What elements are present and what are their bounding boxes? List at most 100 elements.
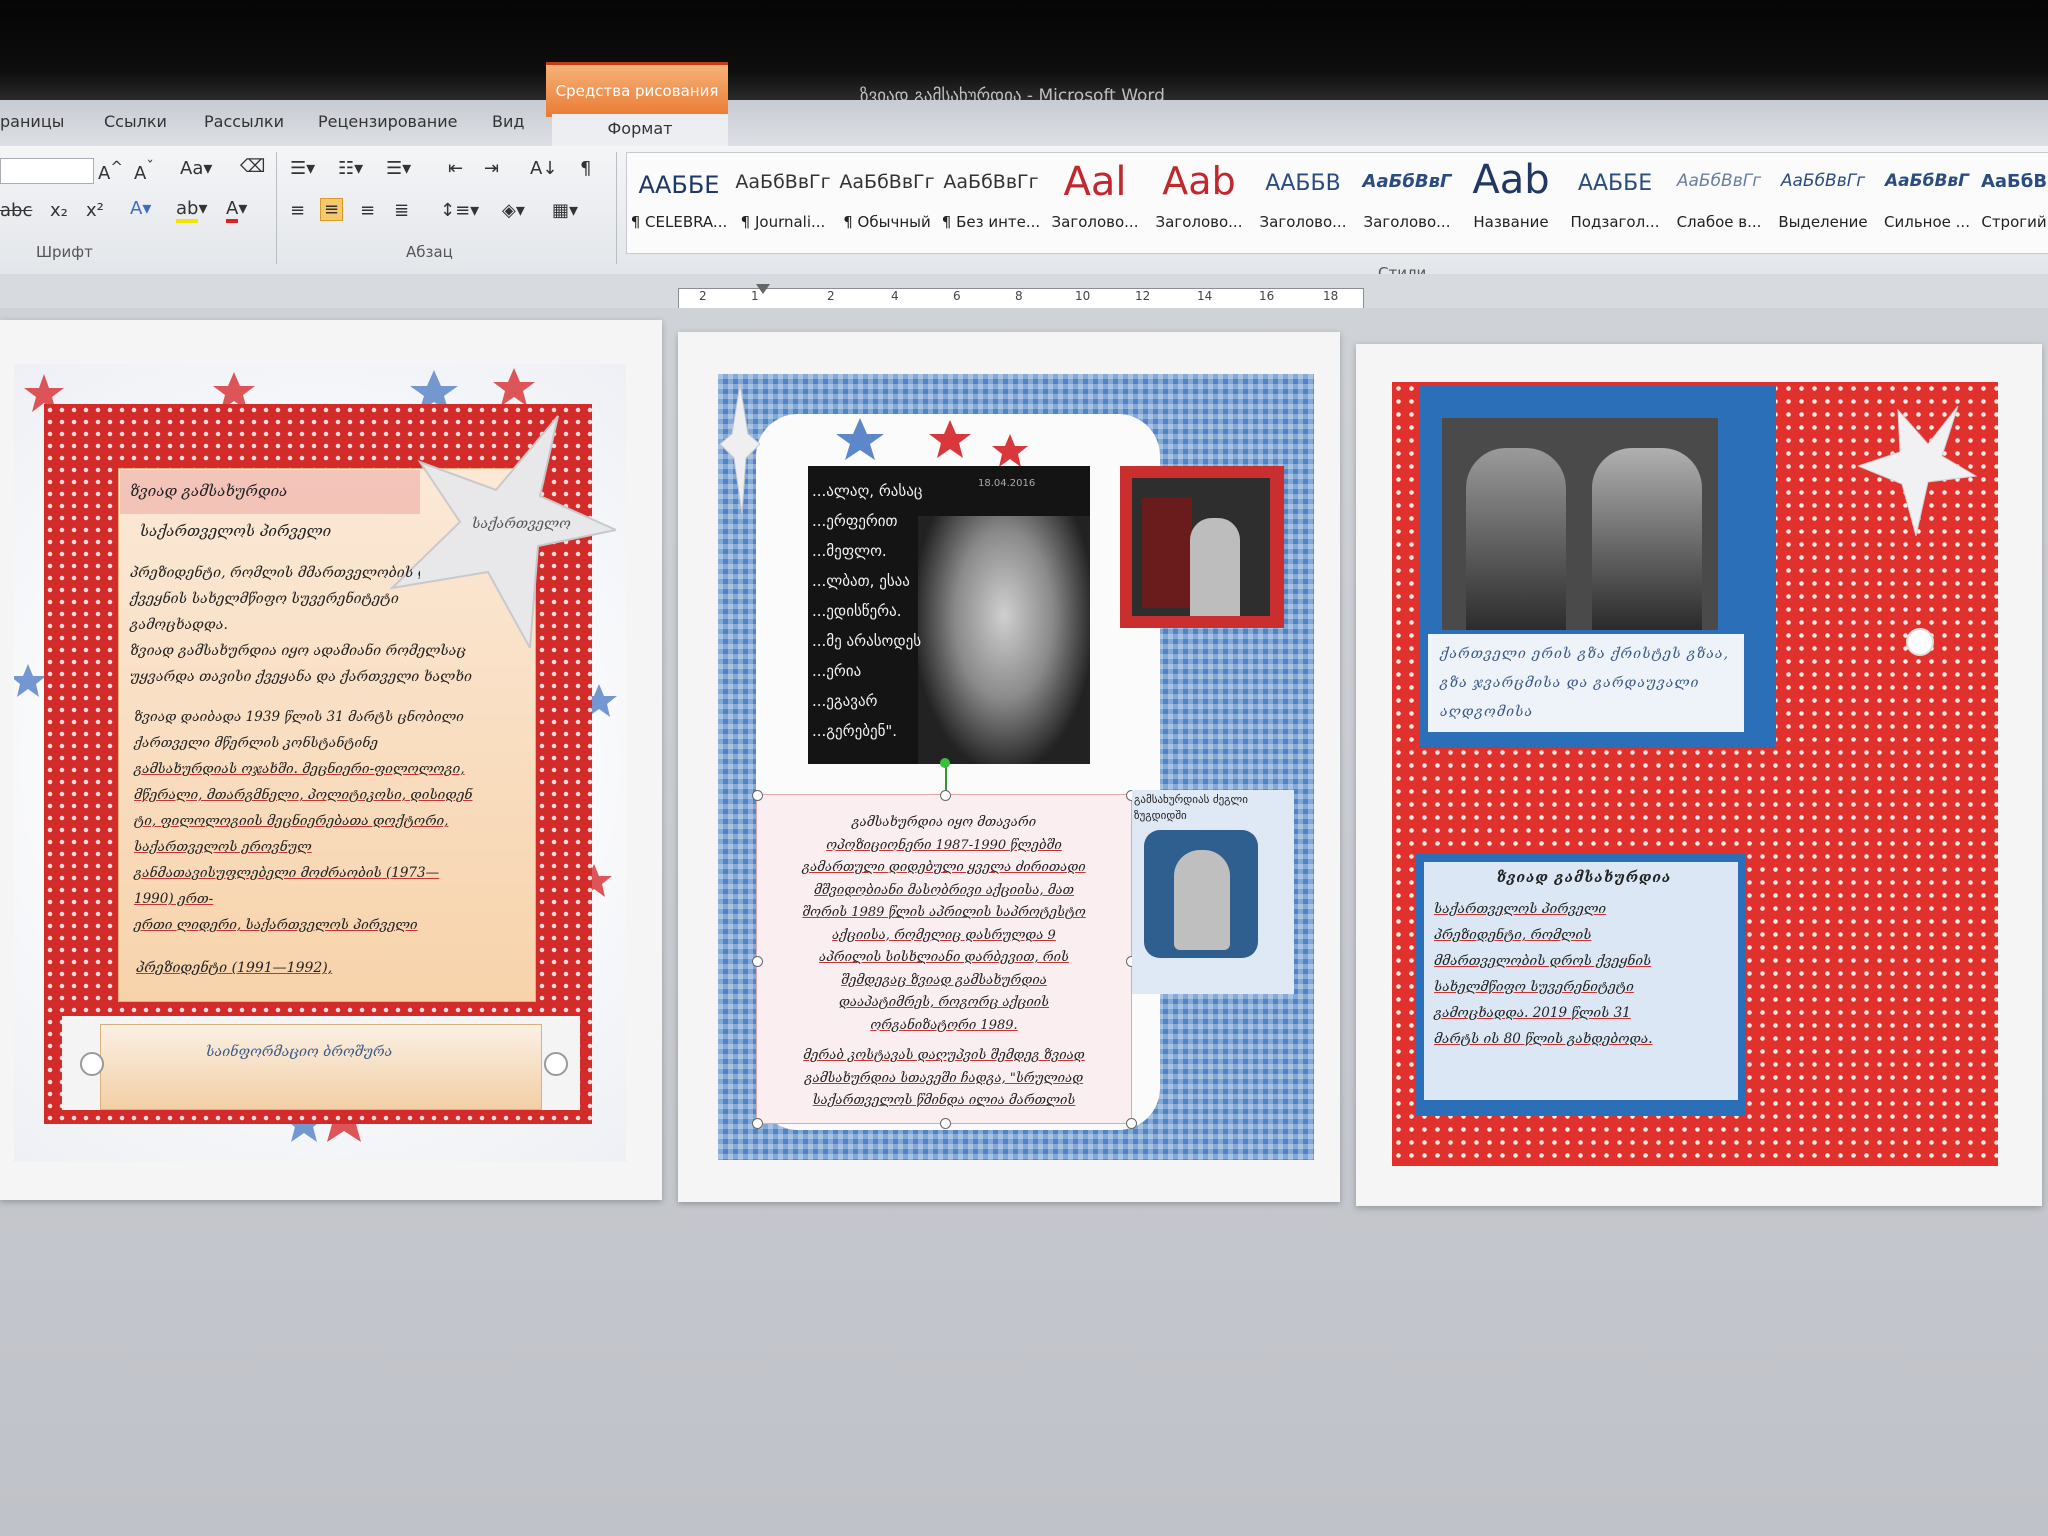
style-subtle-emphasis[interactable]: АаБбВвГг Слабое в...: [1667, 153, 1771, 253]
resize-handle[interactable]: [752, 956, 763, 967]
increase-indent-icon[interactable]: ⇥: [484, 158, 499, 179]
tab-format[interactable]: Формат: [552, 114, 728, 146]
multilevel-list-icon[interactable]: ☰▾: [386, 158, 411, 179]
grommet-icon: [80, 1052, 104, 1076]
resize-handle[interactable]: [940, 1118, 951, 1129]
style-name: Подзагол...: [1570, 213, 1660, 231]
text-line: ქვეყნის სახელმწიფო სუვერენიტეტი: [130, 591, 399, 607]
two-men-photo[interactable]: [1442, 418, 1718, 630]
star-shape-icon: [1858, 406, 1978, 536]
style-emphasis[interactable]: АаБбВвГг Выделение: [1771, 153, 1875, 253]
style-heading-3[interactable]: ААББВ Заголово...: [1251, 153, 1355, 253]
decrease-indent-icon[interactable]: ⇤: [448, 158, 463, 179]
resize-handle[interactable]: [752, 1118, 763, 1129]
ruler-number: 16: [1259, 289, 1275, 303]
tab-review[interactable]: Рецензирование: [318, 112, 457, 131]
style-no-spacing[interactable]: АаБбВвГг ¶ Без инте...: [939, 153, 1043, 253]
monument-photo[interactable]: [1144, 830, 1258, 958]
quote-line: ...მე არასოდეს: [812, 632, 922, 650]
tab-references[interactable]: Ссылки: [104, 112, 167, 131]
style-heading-2[interactable]: Aab Заголово...: [1147, 153, 1251, 253]
change-case-icon[interactable]: Aa▾: [180, 158, 212, 179]
style-heading-1[interactable]: Aal Заголово...: [1043, 153, 1147, 253]
text-effects-icon[interactable]: A▾: [130, 198, 151, 219]
rotation-handle[interactable]: [940, 758, 950, 768]
style-title[interactable]: Aab Название: [1459, 153, 1563, 253]
resize-handle[interactable]: [940, 790, 951, 801]
style-sample: ААББЕ: [1577, 171, 1653, 196]
numbering-icon[interactable]: ☷▾: [338, 158, 363, 179]
style-sample: АаБбВвГг: [735, 171, 831, 193]
grommet-icon: [1906, 628, 1934, 656]
style-sample: АаБбВвГг: [1780, 171, 1866, 191]
strikethrough-icon[interactable]: abc: [0, 200, 32, 221]
style-intense-emphasis[interactable]: АаБбВвГ Сильное ...: [1875, 153, 1979, 253]
subscript-icon[interactable]: x₂: [50, 200, 68, 221]
font-group-label: Шрифт: [36, 243, 93, 261]
portrait-face: [918, 516, 1090, 764]
tab-mailings[interactable]: Рассылки: [204, 112, 284, 131]
styles-gallery[interactable]: ААББЕ ¶ CELEBRA... АаБбВвГг ¶ Journali..…: [626, 152, 2048, 254]
sort-icon[interactable]: A↓: [530, 158, 557, 179]
ruler-number: 10: [1075, 289, 1091, 303]
text-line: სახელმწიფო სუვერენიტეტი: [1434, 979, 1634, 995]
highlight-icon[interactable]: ab▾: [176, 198, 208, 223]
text-line: აქციისა, რომელიც დასრულდა 9: [832, 927, 1056, 943]
align-right-icon[interactable]: ≡: [360, 200, 375, 221]
line-spacing-icon[interactable]: ↕≡▾: [440, 200, 479, 221]
style-sample: АаБбВвГг: [839, 171, 935, 193]
quote-line: ...ედისწერა.: [812, 602, 902, 620]
grow-font-icon[interactable]: A^: [98, 158, 123, 184]
tab-view[interactable]: Вид: [492, 112, 524, 131]
align-left-icon[interactable]: ≡: [290, 200, 305, 221]
bullets-icon[interactable]: ☰▾: [290, 158, 315, 179]
page1-president-line: პრეზიდენტი (1991—1992),: [136, 960, 333, 976]
style-celebra[interactable]: ААББЕ ¶ CELEBRA...: [627, 153, 731, 253]
superscript-icon[interactable]: x²: [86, 200, 104, 221]
text-line: მმართველობის დროს ქვეყნის: [1434, 953, 1652, 969]
page3-body: საქართველოს პირველი პრეზიდენტი, რომლის მ…: [1434, 896, 1734, 1052]
clear-formatting-icon[interactable]: ⌫: [240, 156, 265, 177]
shading-icon[interactable]: ◈▾: [502, 200, 525, 221]
horizontal-ruler[interactable]: 2 1 2 4 6 8 10 12 14 16 18: [678, 288, 1364, 310]
page1-footer-box[interactable]: [100, 1024, 542, 1110]
style-name: Сильное ...: [1884, 213, 1970, 231]
text-line: მშვიდობიანი მასობრივი აქციისა, მათ: [813, 882, 1075, 898]
borders-icon[interactable]: ▦▾: [552, 200, 578, 221]
text-line: საქართველოს პირველი: [1434, 901, 1607, 917]
style-name: ¶ CELEBRA...: [630, 213, 728, 231]
justify-icon[interactable]: ≣: [394, 200, 409, 221]
text-line: ზვიად გამსახურდია იყო ადამიანი რომელსაც: [130, 643, 467, 659]
star-label: საქართველო: [472, 516, 571, 532]
photo-date: 18.04.2016: [978, 478, 1036, 489]
resize-handle[interactable]: [1126, 1118, 1137, 1129]
tab-page-layout[interactable]: раницы: [0, 112, 64, 131]
resize-handle[interactable]: [752, 790, 763, 801]
page3-quote-text: ქართველი ერის გზა ქრისტეს გზაა, გზა ჯვარ…: [1440, 646, 1730, 720]
style-subtitle[interactable]: ААББЕ Подзагол...: [1563, 153, 1667, 253]
style-normal[interactable]: АаБбВвГг ¶ Обычный: [835, 153, 939, 253]
style-sample: ААББЕ: [638, 171, 720, 199]
font-color-icon[interactable]: A▾: [226, 198, 247, 223]
portrait-photo[interactable]: 18.04.2016 ...ალაღ, რასაც ...ერფერით ...…: [808, 466, 1090, 764]
style-heading-4[interactable]: АаБбВвГ Заголово...: [1355, 153, 1459, 253]
style-journalism[interactable]: АаБбВвГг ¶ Journali...: [731, 153, 835, 253]
page2-body-text: გამსახურდია იყო მთავარი ოპოზიციონერი 198…: [770, 812, 1118, 1113]
font-size-field[interactable]: [0, 158, 94, 184]
style-name: Заголово...: [1155, 213, 1243, 231]
style-name: ¶ Journali...: [740, 213, 826, 231]
paragraph-group-label: Абзац: [406, 243, 453, 261]
style-strong[interactable]: АаБбВ Строгий: [1979, 153, 2048, 253]
flag-shape: [1142, 498, 1192, 608]
portrait-quote: ...ალაღ, რასაც ...ერფერით ...მეფლო. ...ლ…: [812, 476, 942, 746]
person-right: [1592, 448, 1702, 630]
align-center-icon[interactable]: ≡: [320, 198, 344, 221]
ruler-number: 8: [1015, 289, 1023, 303]
shrink-font-icon[interactable]: Aˇ: [134, 158, 154, 184]
show-marks-icon[interactable]: ¶: [580, 158, 591, 179]
text-line: შორის 1989 წლის აპრილის საპროტესტო: [802, 905, 1086, 920]
indent-marker-icon[interactable]: [756, 284, 770, 294]
speech-photo[interactable]: [1132, 478, 1270, 616]
ribbon-tab-strip: [0, 100, 2048, 146]
ruler-number: 18: [1323, 289, 1339, 303]
